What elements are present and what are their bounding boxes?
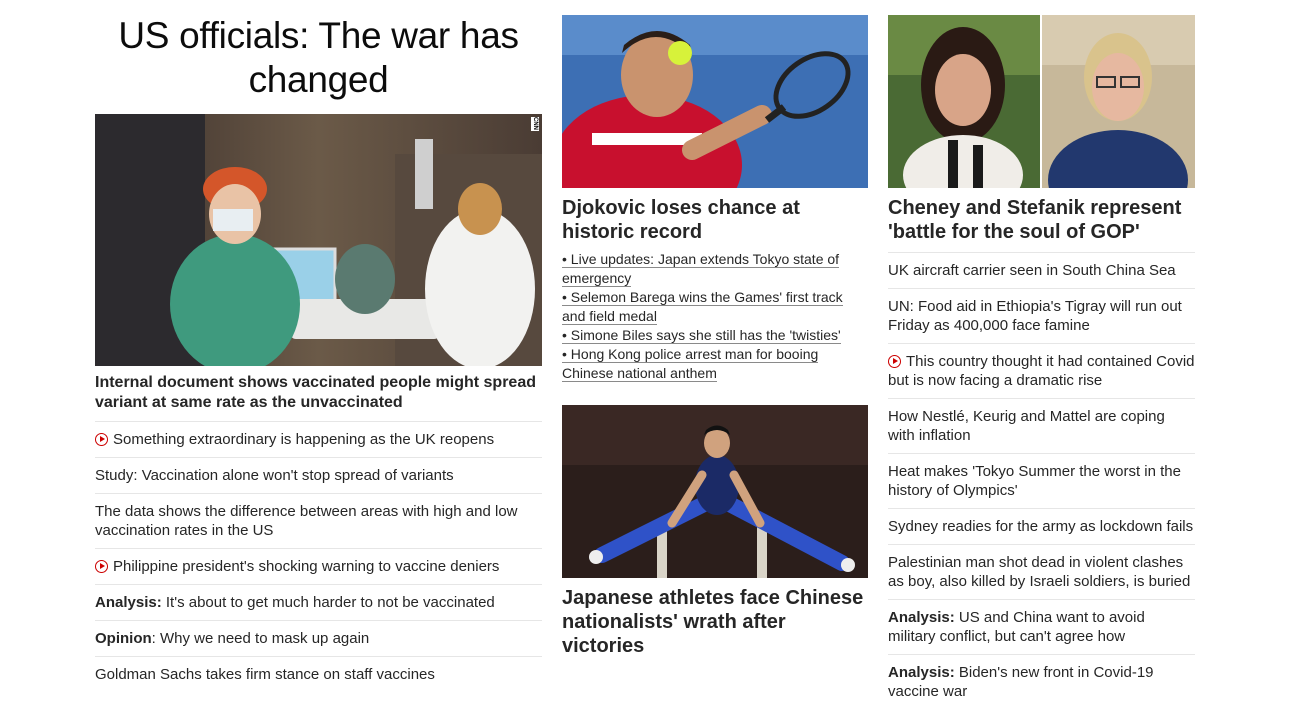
bullet-link[interactable]: • Live updates: Japan extends Tokyo stat…	[562, 251, 840, 287]
story-link[interactable]: Philippine president's shocking warning …	[113, 558, 499, 575]
list-item[interactable]: Palestinian man shot dead in violent cla…	[888, 544, 1195, 599]
bullet-link[interactable]: • Hong Kong police arrest man for booing…	[562, 346, 819, 382]
list-item: • Selemon Barega wins the Games' first t…	[562, 288, 868, 326]
column-left: US officials: The war has changed CNN In…	[95, 0, 542, 692]
list-item: • Simone Biles says she still has the 't…	[562, 326, 868, 345]
tennis-photo	[562, 15, 868, 188]
right-links-list: UK aircraft carrier seen in South China …	[888, 252, 1195, 709]
column-right: Cheney and Stefanik represent 'battle fo…	[888, 0, 1195, 709]
play-video-icon	[888, 355, 901, 368]
lead-image[interactable]: CNN	[95, 114, 542, 366]
list-item[interactable]: Sydney readies for the army as lockdown …	[888, 508, 1195, 544]
story-link[interactable]: The data shows the difference between ar…	[95, 503, 518, 539]
list-item[interactable]: Philippine president's shocking warning …	[95, 548, 542, 584]
list-item[interactable]: Study: Vaccination alone won't stop spre…	[95, 457, 542, 493]
list-item[interactable]: Goldman Sachs takes firm stance on staff…	[95, 656, 542, 692]
column-middle: Djokovic loses chance at historic record…	[562, 0, 868, 658]
politicians-photo	[888, 15, 1195, 188]
story-link[interactable]: Palestinian man shot dead in violent cla…	[888, 554, 1190, 590]
lead-story-link[interactable]: Internal document shows vaccinated peopl…	[95, 373, 542, 413]
live-updates-list: • Live updates: Japan extends Tokyo stat…	[562, 250, 868, 383]
list-item[interactable]: Heat makes 'Tokyo Summer the worst in th…	[888, 453, 1195, 508]
list-item[interactable]: This country thought it had contained Co…	[888, 343, 1195, 398]
list-item[interactable]: UK aircraft carrier seen in South China …	[888, 252, 1195, 288]
list-item[interactable]: Something extraordinary is happening as …	[95, 421, 542, 457]
list-item[interactable]: Analysis: US and China want to avoid mil…	[888, 599, 1195, 654]
story-link[interactable]: This country thought it had contained Co…	[888, 353, 1195, 389]
story-link[interactable]: Goldman Sachs takes firm stance on staff…	[95, 666, 435, 683]
story-link[interactable]: Something extraordinary is happening as …	[113, 431, 494, 448]
play-video-icon	[95, 433, 108, 446]
analysis-label: Analysis:	[95, 594, 162, 611]
list-item[interactable]: How Nestlé, Keurig and Mattel are coping…	[888, 398, 1195, 453]
list-item[interactable]: Opinion: Why we need to mask up again	[95, 620, 542, 656]
hospital-photo	[95, 114, 542, 366]
cnn-watermark: CNN	[531, 117, 539, 131]
gymnast-image[interactable]	[562, 405, 868, 578]
list-item[interactable]: The data shows the difference between ar…	[95, 493, 542, 548]
list-item: • Hong Kong police arrest man for booing…	[562, 345, 868, 383]
story-link[interactable]: It's about to get much harder to not be …	[162, 594, 495, 611]
story-link[interactable]: : Why we need to mask up again	[152, 630, 370, 647]
bullet-link[interactable]: • Simone Biles says she still has the 't…	[562, 327, 841, 344]
japanese-athletes-headline[interactable]: Japanese athletes face Chinese nationali…	[562, 586, 868, 658]
story-link[interactable]: How Nestlé, Keurig and Mattel are coping…	[888, 408, 1165, 444]
analysis-label: Analysis:	[888, 664, 955, 681]
list-item[interactable]: Analysis: It's about to get much harder …	[95, 584, 542, 620]
play-video-icon	[95, 560, 108, 573]
story-link[interactable]: Sydney readies for the army as lockdown …	[888, 518, 1193, 535]
story-link[interactable]: Heat makes 'Tokyo Summer the worst in th…	[888, 463, 1181, 499]
opinion-label: Opinion	[95, 630, 152, 647]
list-item: • Live updates: Japan extends Tokyo stat…	[562, 250, 868, 288]
story-link[interactable]: UK aircraft carrier seen in South China …	[888, 262, 1176, 279]
djokovic-image[interactable]	[562, 15, 868, 188]
cheney-stefanik-headline[interactable]: Cheney and Stefanik represent 'battle fo…	[888, 196, 1195, 244]
story-link[interactable]: UN: Food aid in Ethiopia's Tigray will r…	[888, 298, 1182, 334]
story-link[interactable]: Study: Vaccination alone won't stop spre…	[95, 467, 454, 484]
list-item[interactable]: Analysis: Biden's new front in Covid-19 …	[888, 654, 1195, 709]
related-links-list: Something extraordinary is happening as …	[95, 421, 542, 692]
bullet-link[interactable]: • Selemon Barega wins the Games' first t…	[562, 289, 843, 325]
main-headline[interactable]: US officials: The war has changed	[95, 14, 542, 102]
analysis-label: Analysis:	[888, 609, 955, 626]
djokovic-headline[interactable]: Djokovic loses chance at historic record	[562, 196, 868, 244]
cheney-stefanik-image[interactable]	[888, 15, 1195, 188]
gymnastics-photo	[562, 405, 868, 578]
list-item[interactable]: UN: Food aid in Ethiopia's Tigray will r…	[888, 288, 1195, 343]
